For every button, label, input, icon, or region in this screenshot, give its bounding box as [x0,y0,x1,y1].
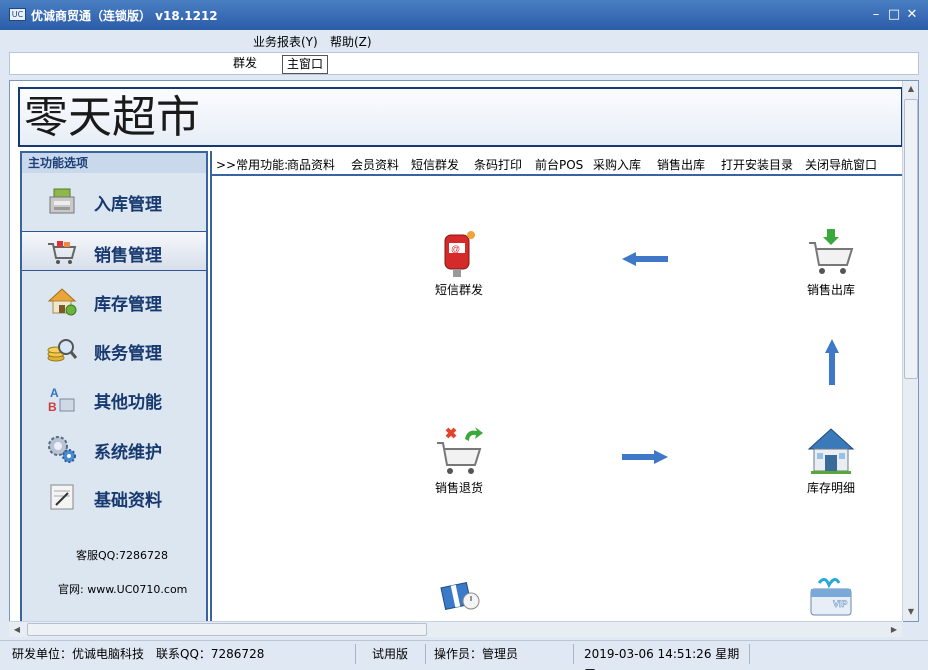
hscroll-thumb[interactable] [27,623,427,636]
arrow-right-icon [622,450,668,464]
arrow-up-icon [825,339,839,385]
scroll-down-icon[interactable]: ▼ [903,604,919,620]
quick-close-nav[interactable]: 关闭导航窗口 [805,156,877,173]
quick-product-info[interactable]: 商品资料 [287,156,335,173]
title-bar[interactable]: UC 优诚商贸通（连锁版） v18.1212 – □ ✕ [0,0,928,30]
sales-out-cart-icon [809,229,854,274]
quick-purchase-in[interactable]: 采购入库 [593,156,641,173]
scroll-up-icon[interactable]: ▲ [903,81,919,97]
sidebar-item-basic-data[interactable]: 基础资料 [22,477,206,517]
flow-label: 短信群发 [434,283,483,297]
website-link[interactable]: 官网: www.UC0710.com [58,581,187,597]
sidebar-item-label: 入库管理 [94,195,162,215]
store-name: 零天超市 [24,92,200,143]
sidebar-item-label: 基础资料 [94,491,162,511]
sales-cart-icon [48,241,77,264]
sidebar: 主功能选项 入库管理 销售管理 库存管理 账务管理 A B 其他功能 系统维护 … [20,151,208,623]
stock-in-icon [49,188,75,214]
status-datetime: 2019-03-06 14:51:26 星期三 [580,644,750,670]
minimize-icon[interactable]: – [869,8,883,22]
sales-return-cart-icon [437,427,483,474]
navigation-panel: >>常用功能: 商品资料 会员资料 短信群发 条码打印 前台POS 采购入库 销… [210,151,905,625]
flow-sales-out[interactable]: 销售出库 [796,227,866,298]
sidebar-item-inventory[interactable]: 库存管理 [22,281,206,321]
other-functions-icon: A B [48,386,75,414]
quick-functions-bar: >>常用功能: 商品资料 会员资料 短信群发 条码打印 前台POS 采购入库 销… [212,151,905,176]
flow-label: 销售退货 [434,481,483,495]
svg-text:B: B [48,400,57,414]
status-operator: 操作员：管理员 [430,644,574,664]
status-edition: 试用版 [368,644,426,664]
quick-front-pos[interactable]: 前台POS [535,156,583,173]
flow-vip[interactable]: VIP [796,571,866,625]
inventory-house-icon [47,288,77,316]
menu-bar: 业务报表(Y) 帮助(Z) [0,30,928,52]
flow-sales-return[interactable]: 销售退货 [424,425,494,496]
basic-data-icon [50,484,74,510]
scroll-thumb[interactable] [904,99,918,379]
horizontal-scrollbar[interactable]: ◀ ▶ [9,621,902,637]
quick-sales-out[interactable]: 销售出库 [657,156,705,173]
flow-label: 库存明细 [806,481,855,495]
sidebar-item-label: 库存管理 [94,295,162,315]
main-frame: 零天超市 主功能选项 入库管理 销售管理 库存管理 账务管理 A B 其他功能 … [9,80,919,625]
sidebar-item-system[interactable]: 系统维护 [22,429,206,469]
close-icon[interactable]: ✕ [905,8,919,22]
sidebar-item-label: 销售管理 [94,246,162,266]
flow-sms-broadcast[interactable]: @ 短信群发 [424,227,494,298]
tab-broadcast[interactable]: 群发 [229,55,261,74]
svg-text:@: @ [451,244,460,254]
scroll-left-icon[interactable]: ◀ [9,622,25,638]
scroll-right-icon[interactable]: ▶ [886,622,902,638]
service-qq: 客服QQ:7286728 [76,549,169,562]
accounts-coins-icon [47,339,78,362]
quick-prefix: >>常用功能: [216,158,289,172]
store-header: 零天超市 [18,87,903,147]
window-title: 优诚商贸通（连锁版） v18.1212 [31,9,218,23]
system-gears-icon [48,436,76,463]
vip-card-icon: VIP [810,578,852,616]
quick-open-install-dir[interactable]: 打开安装目录 [721,156,793,173]
svg-text:VIP: VIP [833,599,848,609]
svg-text:A: A [50,386,59,400]
sidebar-item-label: 系统维护 [94,443,162,463]
sidebar-item-sales[interactable]: 销售管理 [22,231,206,271]
app-icon: UC [9,8,26,21]
sidebar-item-label: 其他功能 [94,393,162,413]
tab-main-window[interactable]: 主窗口 [282,55,329,74]
sidebar-item-label: 账务管理 [94,344,162,364]
menu-help[interactable]: 帮助(Z) [330,33,372,50]
vertical-scrollbar[interactable]: ▲ ▼ [902,81,918,621]
window-tabs: 群发 主窗口 [9,52,919,75]
sidebar-title: 主功能选项 [22,153,206,173]
maximize-icon[interactable]: □ [887,8,901,22]
gift-box-icon [440,581,480,611]
sidebar-item-other[interactable]: A B 其他功能 [22,379,206,419]
inventory-detail-house-icon [807,428,855,474]
quick-sms-broadcast[interactable]: 短信群发 [411,156,459,173]
sidebar-item-stock-in[interactable]: 入库管理 [22,181,206,221]
flow-gift[interactable] [424,571,494,625]
sms-mailbox-icon: @ [444,231,475,277]
arrow-left-icon [622,252,668,266]
quick-barcode-print[interactable]: 条码打印 [474,156,522,173]
status-bar: 研发单位：优诚电脑科技 联系QQ：7286728 试用版 操作员：管理员 201… [0,640,928,670]
status-developer: 研发单位：优诚电脑科技 [12,647,145,661]
flow-label: 销售出库 [806,283,855,297]
sidebar-item-accounts[interactable]: 账务管理 [22,330,206,370]
menu-reports[interactable]: 业务报表(Y) [253,33,318,50]
flow-inventory-detail[interactable]: 库存明细 [796,425,866,496]
quick-member-info[interactable]: 会员资料 [351,156,399,173]
status-contact: 联系QQ：7286728 [152,644,356,664]
